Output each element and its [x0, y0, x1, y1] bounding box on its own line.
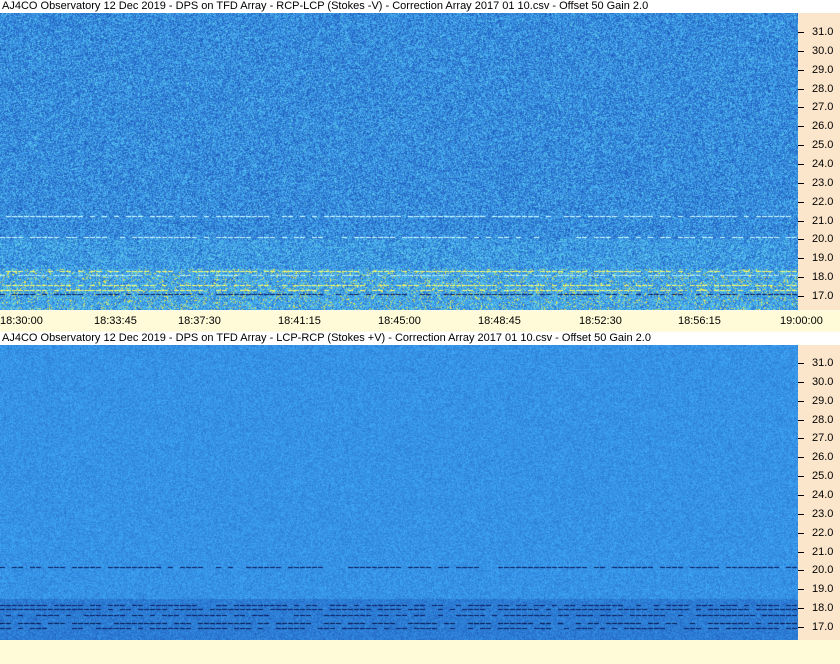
- y-tick-mark: [798, 163, 804, 165]
- y-tick-label: 18.0: [812, 602, 834, 615]
- y-tick-label: 24.0: [812, 488, 834, 501]
- y-tick-mark: [798, 88, 804, 90]
- y-tick-mark: [798, 32, 804, 33]
- y-tick-label: 26.0: [812, 451, 834, 464]
- y-tick-label: 28.0: [812, 413, 834, 426]
- y-tick-mark: [798, 457, 804, 459]
- x-tick-label: 18:37:30: [178, 315, 221, 327]
- y-tick-mark: [798, 476, 804, 478]
- time-axis: 18:30:00 18:33:45 18:37:30 18:41:15 18:45:00…: [0, 312, 840, 331]
- y-tick-label: 30.0: [812, 375, 834, 388]
- y-tick-label: 18.0: [812, 271, 834, 284]
- y-tick-mark: [798, 201, 804, 203]
- x-tick-label: 19:00:00: [780, 315, 823, 327]
- y-tick-label: 31.0: [812, 26, 834, 38]
- x-tick-label: 18:30:00: [0, 315, 43, 327]
- spectrogram-rcp-lcp: [0, 13, 798, 310]
- y-tick-mark: [798, 400, 804, 402]
- y-tick-label: 19.0: [812, 583, 834, 596]
- y-tick-mark: [798, 419, 804, 421]
- y-tick-mark: [798, 145, 804, 147]
- spectrogram-lcp-rcp: [0, 345, 798, 640]
- y-tick-label: 23.0: [812, 507, 834, 520]
- y-tick-label: 24.0: [812, 157, 834, 170]
- y-tick-mark: [798, 295, 804, 297]
- y-tick-mark: [798, 608, 804, 610]
- y-tick-label: 17.0: [812, 620, 834, 633]
- y-tick-mark: [798, 277, 804, 279]
- x-tick-label: 18:41:15: [278, 315, 321, 327]
- y-tick-label: 29.0: [812, 394, 834, 407]
- y-tick-mark: [798, 258, 804, 260]
- y-tick-label: 21.0: [812, 214, 834, 227]
- y-tick-label: 22.0: [812, 526, 834, 539]
- y-tick-mark: [798, 551, 804, 553]
- y-tick-label: 22.0: [812, 195, 834, 208]
- y-tick-mark: [798, 381, 804, 383]
- y-tick-label: 21.0: [812, 545, 834, 558]
- y-tick-mark: [798, 438, 804, 440]
- y-tick-mark: [798, 220, 804, 222]
- x-tick-label: 18:52:30: [579, 315, 622, 327]
- y-tick-mark: [798, 494, 804, 496]
- y-tick-label: 20.0: [812, 564, 834, 577]
- y-tick-mark: [798, 69, 804, 71]
- frequency-axis-bottom: 31.0 30.0 29.0 28.0 27.0 26.0 25.0 24.0 23.0 22.0…: [798, 345, 840, 640]
- y-tick-label: 19.0: [812, 252, 834, 265]
- x-tick-label: 18:45:00: [378, 315, 421, 327]
- panel-1-title: AJ4CO Observatory 12 Dec 2019 - DPS on T…: [0, 0, 840, 13]
- y-tick-mark: [798, 126, 804, 128]
- frequency-axis-top: 31.0 30.0 29.0 28.0 27.0 26.0 25.0 24.0 23.0 22.0…: [798, 13, 840, 310]
- y-tick-label: 20.0: [812, 233, 834, 246]
- y-tick-label: 26.0: [812, 120, 834, 133]
- y-tick-mark: [798, 570, 804, 572]
- y-tick-mark: [798, 513, 804, 515]
- x-tick-label: 18:33:45: [94, 315, 137, 327]
- y-tick-mark: [798, 107, 804, 109]
- y-tick-label: 30.0: [812, 44, 834, 57]
- bottom-strip: [0, 640, 840, 664]
- y-tick-mark: [798, 589, 804, 591]
- y-tick-mark: [798, 363, 804, 364]
- y-tick-label: 25.0: [812, 470, 834, 483]
- y-tick-label: 28.0: [812, 82, 834, 95]
- y-tick-label: 27.0: [812, 101, 834, 114]
- y-tick-mark: [798, 239, 804, 241]
- y-tick-label: 25.0: [812, 139, 834, 152]
- panel-2-title: AJ4CO Observatory 12 Dec 2019 - DPS on T…: [0, 332, 840, 345]
- y-tick-mark: [798, 626, 804, 628]
- x-tick-label: 18:48:45: [478, 315, 521, 327]
- y-tick-label: 17.0: [812, 289, 834, 302]
- y-tick-mark: [798, 532, 804, 534]
- y-tick-label: 27.0: [812, 432, 834, 445]
- y-tick-mark: [798, 182, 804, 184]
- y-tick-label: 31.0: [812, 357, 834, 369]
- y-tick-label: 23.0: [812, 176, 834, 189]
- x-tick-label: 18:56:15: [678, 315, 721, 327]
- y-tick-mark: [798, 50, 804, 52]
- y-tick-label: 29.0: [812, 63, 834, 76]
